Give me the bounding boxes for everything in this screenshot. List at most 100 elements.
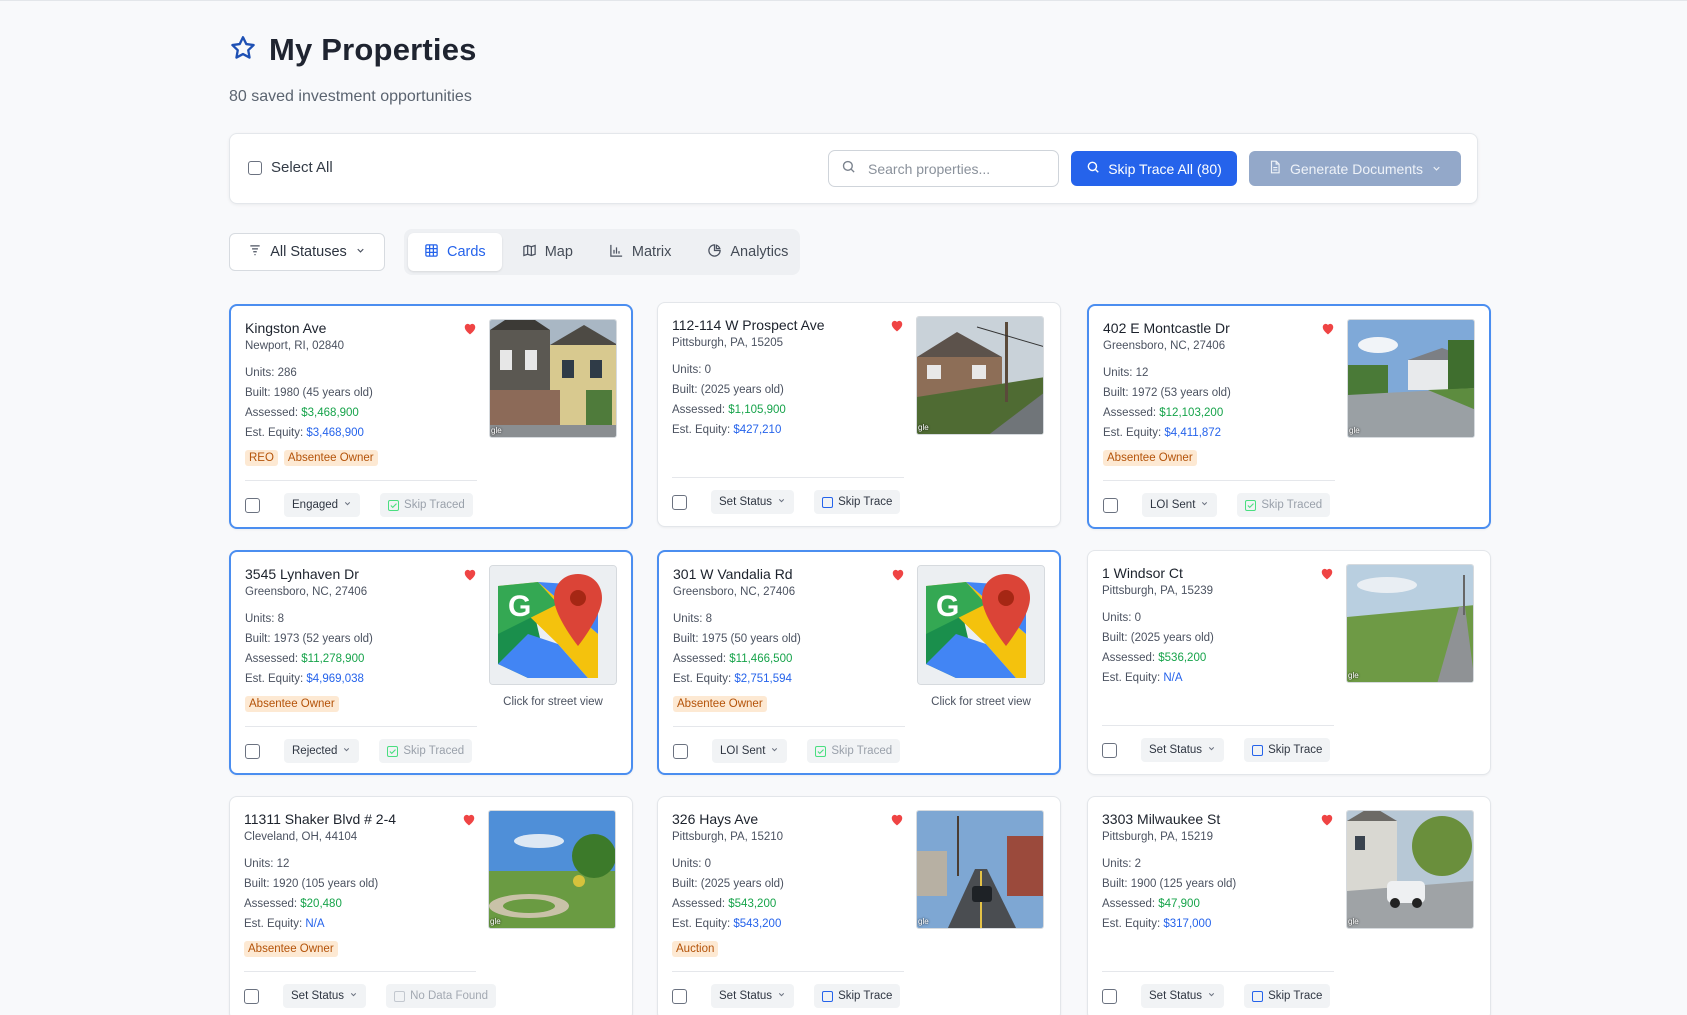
status-dropdown[interactable]: Set Status — [711, 984, 795, 1008]
street-photo[interactable]: gle — [1346, 810, 1474, 929]
property-address[interactable]: 402 E Montcastle Dr — [1103, 320, 1230, 336]
property-card[interactable]: 301 W Vandalia Rd Greensboro, NC, 27406 … — [657, 550, 1061, 775]
google-maps-icon[interactable]: G — [917, 565, 1045, 685]
property-card[interactable]: 112-114 W Prospect Ave Pittsburgh, PA, 1… — [657, 302, 1061, 527]
search-box[interactable] — [828, 150, 1059, 187]
card-select-checkbox[interactable] — [1102, 988, 1117, 1004]
skip-trace-checkbox-icon — [1252, 744, 1264, 756]
street-photo[interactable]: gle — [916, 316, 1044, 435]
card-select-checkbox[interactable] — [672, 494, 687, 510]
generate-documents-button[interactable]: Generate Documents — [1249, 151, 1461, 186]
skip-trace-button[interactable]: Skip Traced — [807, 739, 901, 763]
street-photo[interactable]: gle — [1346, 564, 1474, 683]
property-facts: Units: 2 Built: 1900 (125 years old) Ass… — [1102, 854, 1236, 934]
assessed-value: $47,900 — [1158, 898, 1200, 910]
card-select-checkbox[interactable] — [673, 743, 688, 759]
assessed-value: $3,468,900 — [301, 407, 359, 419]
favorite-heart-icon[interactable] — [891, 568, 905, 581]
property-card[interactable]: 402 E Montcastle Dr Greensboro, NC, 2740… — [1087, 304, 1491, 529]
favorite-heart-icon[interactable] — [463, 322, 477, 335]
status-dropdown[interactable]: LOI Sent — [1142, 493, 1218, 517]
favorite-heart-icon[interactable] — [462, 813, 476, 826]
select-all-checkbox[interactable] — [248, 160, 262, 175]
favorite-heart-icon[interactable] — [890, 813, 904, 826]
status-dropdown[interactable]: Set Status — [283, 984, 367, 1008]
favorite-heart-icon[interactable] — [463, 568, 477, 581]
tab-matrix[interactable]: Matrix — [593, 233, 687, 271]
skip-trace-button[interactable]: Skip Traced — [380, 493, 473, 517]
skip-trace-button[interactable]: No Data Found — [386, 984, 497, 1008]
tab-matrix-label: Matrix — [631, 244, 672, 260]
street-photo[interactable]: gle — [489, 319, 617, 438]
card-footer: LOI Sent Skip Traced — [673, 739, 901, 763]
tab-cards[interactable]: Cards — [408, 233, 502, 271]
map-icon — [522, 243, 537, 262]
property-tag: REO — [245, 450, 278, 466]
skip-trace-button[interactable]: Skip Trace — [1244, 738, 1331, 762]
status-dropdown[interactable]: Rejected — [284, 739, 360, 763]
property-address[interactable]: 3303 Milwaukee St — [1102, 811, 1220, 827]
card-select-checkbox[interactable] — [244, 988, 259, 1004]
street-photo[interactable]: gle — [1347, 319, 1475, 438]
skip-trace-button[interactable]: Skip Traced — [1237, 493, 1331, 517]
units-value: 0 — [1134, 612, 1142, 624]
skip-trace-button[interactable]: Skip Traced — [379, 739, 473, 763]
property-facts: Units: 286 Built: 1980 (45 years old) As… — [245, 363, 373, 443]
street-view-link[interactable]: Click for street view — [489, 696, 617, 708]
status-dropdown[interactable]: Engaged — [284, 493, 361, 517]
search-input[interactable] — [868, 160, 1048, 177]
skip-trace-button[interactable]: Skip Trace — [1244, 984, 1331, 1008]
built-label: Built: — [1102, 632, 1128, 644]
property-tag: Absentee Owner — [283, 450, 378, 466]
property-address[interactable]: 301 W Vandalia Rd — [673, 566, 793, 582]
property-facts: Units: 8 Built: 1975 (50 years old) Asse… — [673, 609, 801, 689]
favorite-heart-icon[interactable] — [1320, 813, 1334, 826]
property-address[interactable]: 3545 Lynhaven Dr — [245, 566, 359, 582]
chevron-down-icon — [777, 990, 786, 1002]
property-address[interactable]: Kingston Ave — [245, 320, 326, 336]
built-value: (2025 years old) — [1130, 632, 1214, 644]
tab-cards-label: Cards — [447, 244, 486, 260]
property-address[interactable]: 326 Hays Ave — [672, 811, 758, 827]
street-photo[interactable]: gle — [488, 810, 616, 929]
status-dropdown[interactable]: Set Status — [1141, 738, 1225, 762]
card-select-checkbox[interactable] — [1103, 497, 1118, 513]
skip-trace-all-button[interactable]: Skip Trace All (80) — [1071, 151, 1237, 186]
card-select-checkbox[interactable] — [672, 988, 687, 1004]
property-tag: Absentee Owner — [1103, 450, 1197, 466]
street-photo[interactable]: gle — [916, 810, 1044, 929]
property-card[interactable]: 1 Windsor Ct Pittsburgh, PA, 15239 Units… — [1087, 550, 1491, 775]
equity-value: $4,411,872 — [1164, 427, 1222, 439]
skip-trace-button[interactable]: Skip Trace — [814, 984, 901, 1008]
card-select-checkbox[interactable] — [1102, 742, 1117, 758]
skip-trace-button[interactable]: Skip Trace — [814, 490, 901, 514]
property-card[interactable]: Kingston Ave Newport, RI, 02840 Units: 2… — [229, 304, 633, 529]
google-maps-icon[interactable]: G — [489, 565, 617, 685]
built-value: 1980 (45 years old) — [273, 387, 373, 399]
status-label: Set Status — [719, 990, 773, 1002]
favorite-heart-icon[interactable] — [890, 319, 904, 332]
property-card[interactable]: 3303 Milwaukee St Pittsburgh, PA, 15219 … — [1087, 796, 1491, 1015]
card-footer: Set Status Skip Trace — [1102, 984, 1331, 1008]
status-filter-dropdown[interactable]: All Statuses — [229, 233, 385, 271]
card-select-checkbox[interactable] — [245, 497, 260, 513]
favorite-heart-icon[interactable] — [1321, 322, 1335, 335]
property-address[interactable]: 11311 Shaker Blvd # 2-4 — [244, 811, 396, 827]
select-all-control[interactable]: Select All — [248, 159, 333, 176]
card-select-checkbox[interactable] — [245, 743, 260, 759]
property-tags: Auction — [672, 941, 719, 957]
assessed-label: Assessed: — [672, 404, 726, 416]
property-address[interactable]: 1 Windsor Ct — [1102, 565, 1183, 581]
property-card[interactable]: 11311 Shaker Blvd # 2-4 Cleveland, OH, 4… — [229, 796, 633, 1015]
street-view-link[interactable]: Click for street view — [917, 696, 1045, 708]
equity-row: Est. Equity: $2,751,594 — [673, 669, 801, 689]
favorite-heart-icon[interactable] — [1320, 567, 1334, 580]
tab-analytics[interactable]: Analytics — [691, 233, 804, 271]
tab-map[interactable]: Map — [506, 233, 589, 271]
status-dropdown[interactable]: LOI Sent — [712, 739, 788, 763]
property-address[interactable]: 112-114 W Prospect Ave — [672, 317, 825, 333]
property-card[interactable]: 3545 Lynhaven Dr Greensboro, NC, 27406 U… — [229, 550, 633, 775]
status-dropdown[interactable]: Set Status — [711, 490, 795, 514]
property-card[interactable]: 326 Hays Ave Pittsburgh, PA, 15210 Units… — [657, 796, 1061, 1015]
status-dropdown[interactable]: Set Status — [1141, 984, 1225, 1008]
